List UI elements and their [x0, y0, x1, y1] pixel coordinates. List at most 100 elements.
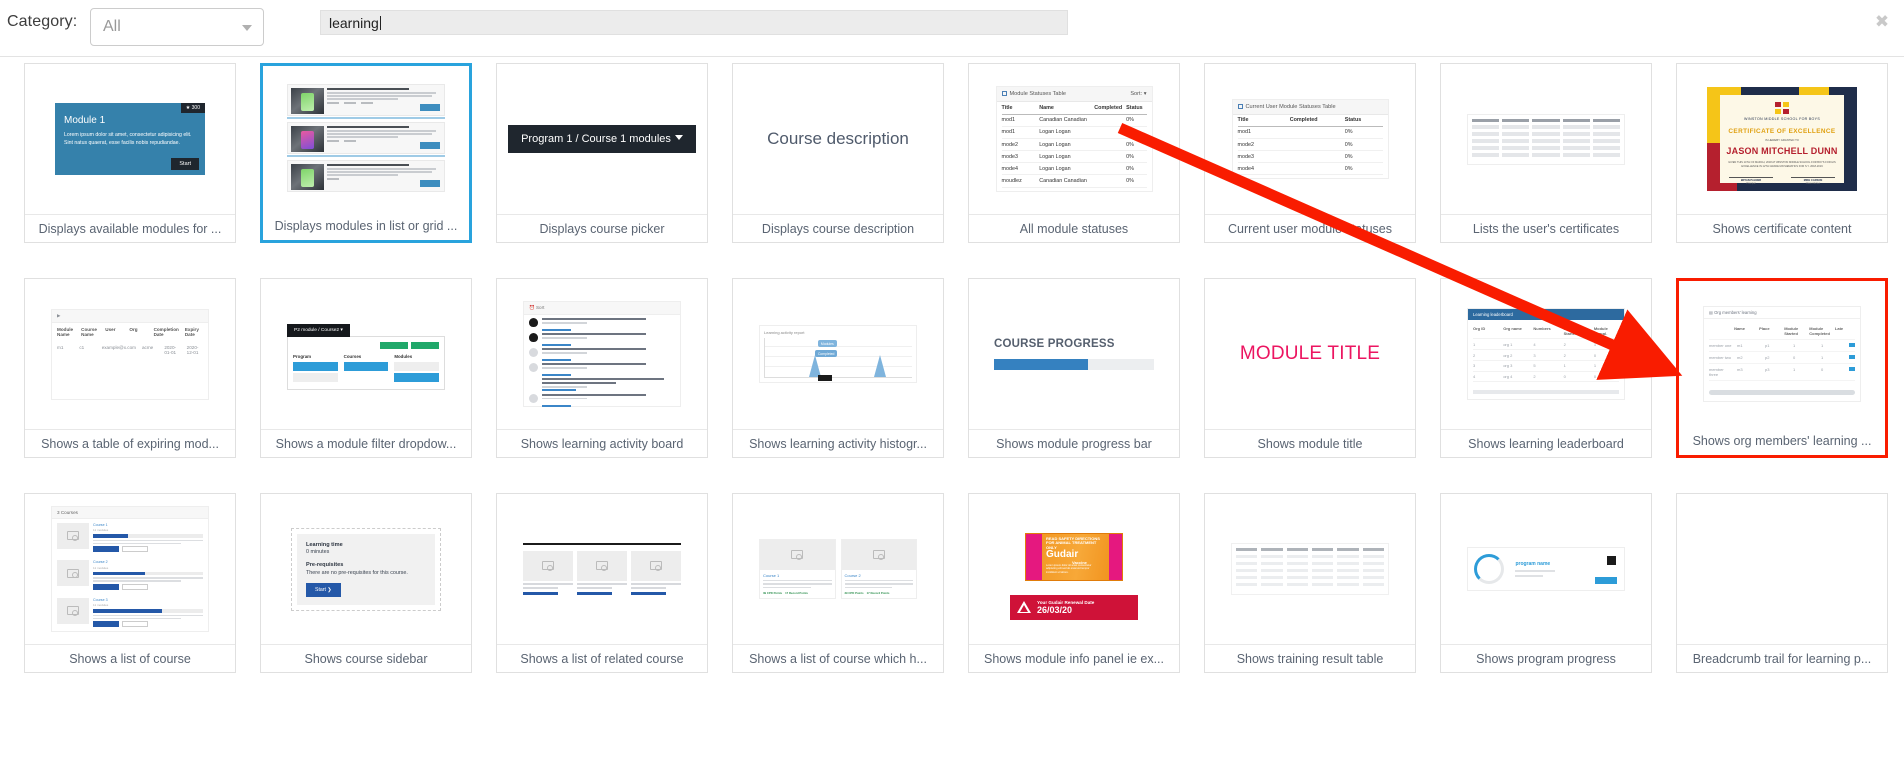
block-card-module-info-panel[interactable]: READ SAFETY DIRECTIONS FOR ANIMAL TREATM…: [968, 493, 1180, 673]
grid-cell: ▶ Module Name Course Name User Org Completio…: [12, 278, 248, 493]
product-box-image: READ SAFETY DIRECTIONS FOR ANIMAL TREATM…: [1025, 532, 1123, 581]
renewal-date: 26/03/20: [1037, 604, 1073, 615]
start-button: Start ❯: [306, 582, 341, 597]
category-label: Category:: [7, 13, 78, 30]
table-header-row: Title Name Completed Status: [1001, 102, 1147, 115]
table-icon: [1237, 103, 1243, 109]
block-card-course-sidebar[interactable]: Learning time 0 minutes Pre-requisites T…: [260, 493, 472, 673]
block-card-expiring-modules[interactable]: ▶ Module Name Course Name User Org Completio…: [24, 278, 236, 458]
card-caption: Shows a list of course: [25, 644, 235, 672]
block-card-course-picker[interactable]: Program 1 / Course 1 modules Displays co…: [496, 63, 708, 243]
thumbnail: MODULE TITLE: [1205, 279, 1415, 429]
grid-cell: P2 module / Course2 ▾ Program Courses Mo…: [248, 278, 484, 493]
filter-pill-label: P2 module / Course2: [294, 328, 340, 333]
card-caption: Shows certificate content: [1677, 214, 1887, 242]
grid-cell: Displays modules in list or grid ...: [248, 63, 484, 278]
thumbnail: [1677, 494, 1887, 644]
table-body: Title Name Completed Status mod1 Canadia…: [997, 102, 1152, 190]
block-card-all-module-statuses[interactable]: Module Statuses Table Sort: ▾ Title Name…: [968, 63, 1180, 243]
program-progress-preview: program name: [1467, 547, 1625, 591]
thumbnail: Learning leaderboard Org ID Org name Numbe…: [1441, 279, 1651, 429]
card-caption: Shows a table of expiring mod...: [25, 429, 235, 457]
close-icon[interactable]: ✖: [1872, 12, 1892, 32]
block-card-activity-board[interactable]: ⏰ Sort Shows learning activity board: [496, 278, 708, 458]
card-caption: Shows module info panel ie ex...: [969, 644, 1179, 672]
block-card-available-modules[interactable]: ★ 300 Module 1 Lorem ipsum dolor sit ame…: [24, 63, 236, 243]
block-card-certificate-content[interactable]: WINSTON MIDDLE SCHOOL FOR BOYS CERTIFICA…: [1676, 63, 1888, 243]
grid-cell: Lists the user's certificates: [1428, 63, 1664, 278]
grid-row: ▶ Module Name Course Name User Org Completio…: [12, 278, 1892, 493]
grid-cell: READ SAFETY DIRECTIONS FOR ANIMAL TREATM…: [956, 493, 1192, 708]
block-card-related-courses[interactable]: Shows a list of related course: [496, 493, 708, 673]
card-caption: Shows module progress bar: [969, 429, 1179, 457]
block-card-course-list[interactable]: 3 Courses Course 1 11 modules Course 2 1…: [24, 493, 236, 673]
image-placeholder-icon: [542, 561, 554, 571]
list-item: Course 3 11 modules: [52, 594, 208, 632]
table-row: mode2 Logan Logan 0%: [1001, 139, 1147, 152]
thumbnail-image: [291, 163, 324, 190]
avatar: [529, 393, 538, 403]
table-row: mode3 Logan Logan 0%: [1001, 151, 1147, 164]
course-sub: 11 modules: [93, 528, 109, 533]
course-title: Course 1: [763, 572, 780, 578]
course-picker-preview: Program 1 / Course 1 modules: [508, 125, 696, 153]
list-item: [287, 159, 445, 192]
search-input-value: learning: [329, 15, 381, 31]
card-caption: All module statuses: [969, 214, 1179, 242]
course-list-preview: 3 Courses Course 1 11 modules Course 2 1…: [51, 505, 209, 633]
activity-board-preview: ⏰ Sort: [523, 301, 681, 407]
block-card-training-result-table[interactable]: Shows training result table: [1204, 493, 1416, 673]
thumbnail: Learning time 0 minutes Pre-requisites T…: [261, 494, 471, 644]
card-caption: Shows program progress: [1441, 644, 1651, 672]
block-card-org-members-learning[interactable]: ▤ Org members' learning Name Place Module …: [1676, 278, 1888, 458]
chevron-down-icon: [674, 135, 683, 140]
card-caption: Shows learning activity histogr...: [733, 429, 943, 457]
rated-courses-preview: Course 1 39 CPD Points 17 Record Points C…: [759, 538, 917, 600]
certificate-body: GIVEN THIS 14TH OF MARCH, 2018 AT WINSTO…: [1728, 161, 1836, 169]
course-title: Course 2: [844, 572, 861, 578]
block-card-breadcrumb[interactable]: Breadcrumb trail for learning p...: [1676, 493, 1888, 673]
table-icon: [1001, 91, 1007, 97]
search-input[interactable]: learning: [320, 10, 1068, 35]
block-card-leaderboard[interactable]: Learning leaderboard Org ID Org name Numbe…: [1440, 278, 1652, 458]
block-card-course-description[interactable]: Course description Displays course descr…: [732, 63, 944, 243]
grid-cell: Shows a list of related course: [484, 493, 720, 708]
thumbnail: Course description: [733, 64, 943, 214]
list-item: Course 2 11 modules: [52, 556, 208, 594]
chart-plot-area: Modules Completed: [764, 338, 912, 381]
leaderboard-preview: Learning leaderboard Org ID Org name Numbe…: [1467, 307, 1625, 401]
progress-ring: [1474, 554, 1504, 584]
block-card-current-user-statuses[interactable]: Current User Module Statuses Table Title…: [1204, 63, 1416, 243]
course-list-header: 3 Courses: [52, 506, 208, 519]
grid-cell: Program 1 / Course 1 modules Displays co…: [484, 63, 720, 278]
warning-icon: [1017, 601, 1031, 613]
block-card-user-certificates[interactable]: Lists the user's certificates: [1440, 63, 1652, 243]
thumbnail: [263, 66, 469, 212]
block-card-courses-with-points[interactable]: Course 1 39 CPD Points 17 Record Points C…: [732, 493, 944, 673]
card-caption: Displays available modules for ...: [25, 214, 235, 242]
certificate-preview: WINSTON MIDDLE SCHOOL FOR BOYS CERTIFICA…: [1707, 87, 1857, 191]
avatar: [529, 363, 538, 373]
table-header-row: Title Completed Status: [1237, 115, 1383, 127]
module-card-description: Lorem ipsum dolor sit amet, consectetur …: [64, 132, 192, 147]
block-card-activity-histogram[interactable]: Learning activity report Modules Complet…: [732, 278, 944, 458]
block-card-program-progress[interactable]: program name Shows program progress: [1440, 493, 1652, 673]
block-card-module-progress-bar[interactable]: COURSE PROGRESS Shows module progress ba…: [968, 278, 1180, 458]
grid-cell: Breadcrumb trail for learning p...: [1664, 493, 1900, 708]
certificate-recipient: JASON MITCHELL DUNN: [1726, 146, 1838, 156]
block-card-module-title[interactable]: MODULE TITLE Shows module title: [1204, 278, 1416, 458]
category-select[interactable]: All: [90, 8, 264, 46]
cpd-points: 39 CPD Points: [844, 591, 864, 596]
course-sidebar-preview: Learning time 0 minutes Pre-requisites T…: [291, 527, 441, 611]
start-button: [1595, 577, 1617, 584]
module-list-preview: [287, 83, 445, 195]
chart-tooltip: Completed: [814, 350, 838, 357]
grid-cell: 3 Courses Course 1 11 modules Course 2 1…: [12, 493, 248, 708]
points-badge: ★ 300: [180, 103, 205, 113]
block-card-module-filter[interactable]: P2 module / Course2 ▾ Program Courses Mo…: [260, 278, 472, 458]
block-grid: ★ 300 Module 1 Lorem ipsum dolor sit ame…: [0, 57, 1904, 764]
module-card-preview: ★ 300 Module 1 Lorem ipsum dolor sit ame…: [55, 103, 205, 175]
renewal-label: Your Gudair Renewal Date: [1037, 599, 1095, 605]
grid-cell: ▤ Org members' learning Name Place Module …: [1664, 278, 1900, 493]
block-card-modules-list-grid[interactable]: Displays modules in list or grid ...: [260, 63, 472, 243]
